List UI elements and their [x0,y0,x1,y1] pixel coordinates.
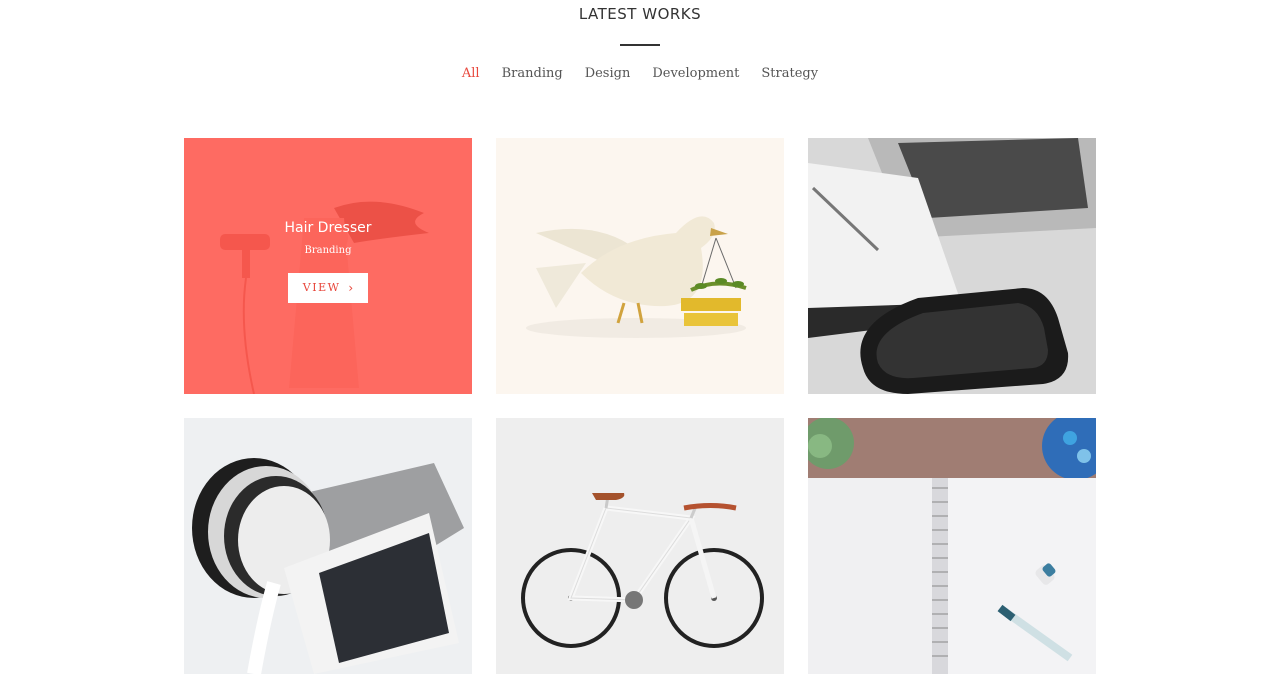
portfolio-item-workspace[interactable] [808,138,1096,394]
filter-design[interactable]: Design [574,65,642,83]
sketchbook-desk-image [808,418,1096,674]
view-button[interactable]: VIEW › [288,272,368,303]
item-title: Hair Dresser [284,219,372,236]
portfolio-item-hair-dresser[interactable]: Hair Dresser Branding VIEW › [184,138,472,394]
portfolio-grid: Hair Dresser Branding VIEW › [184,138,1096,674]
view-button-label: VIEW [302,281,341,294]
filter-development[interactable]: Development [641,65,750,83]
filter-all[interactable]: All [451,65,491,83]
chevron-right-icon: › [348,280,354,295]
laptop-notebook-phone-image [808,138,1096,394]
section-title: LATEST WORKS [578,5,702,23]
portfolio-filters: All Branding Design Development Strategy [0,65,1280,83]
filter-strategy[interactable]: Strategy [750,65,829,83]
portfolio-item-camera[interactable] [184,418,472,674]
hover-overlay: Hair Dresser Branding VIEW › [184,138,472,394]
camera-image [184,418,472,674]
item-category: Branding [304,244,352,256]
filter-branding[interactable]: Branding [491,65,574,83]
dove-illustration [496,138,784,394]
title-divider [620,44,660,46]
portfolio-item-sketchbook[interactable] [808,418,1096,674]
portfolio-item-bicycle[interactable] [496,418,784,674]
portfolio-item-dove[interactable] [496,138,784,394]
bicycle-image [496,418,784,674]
